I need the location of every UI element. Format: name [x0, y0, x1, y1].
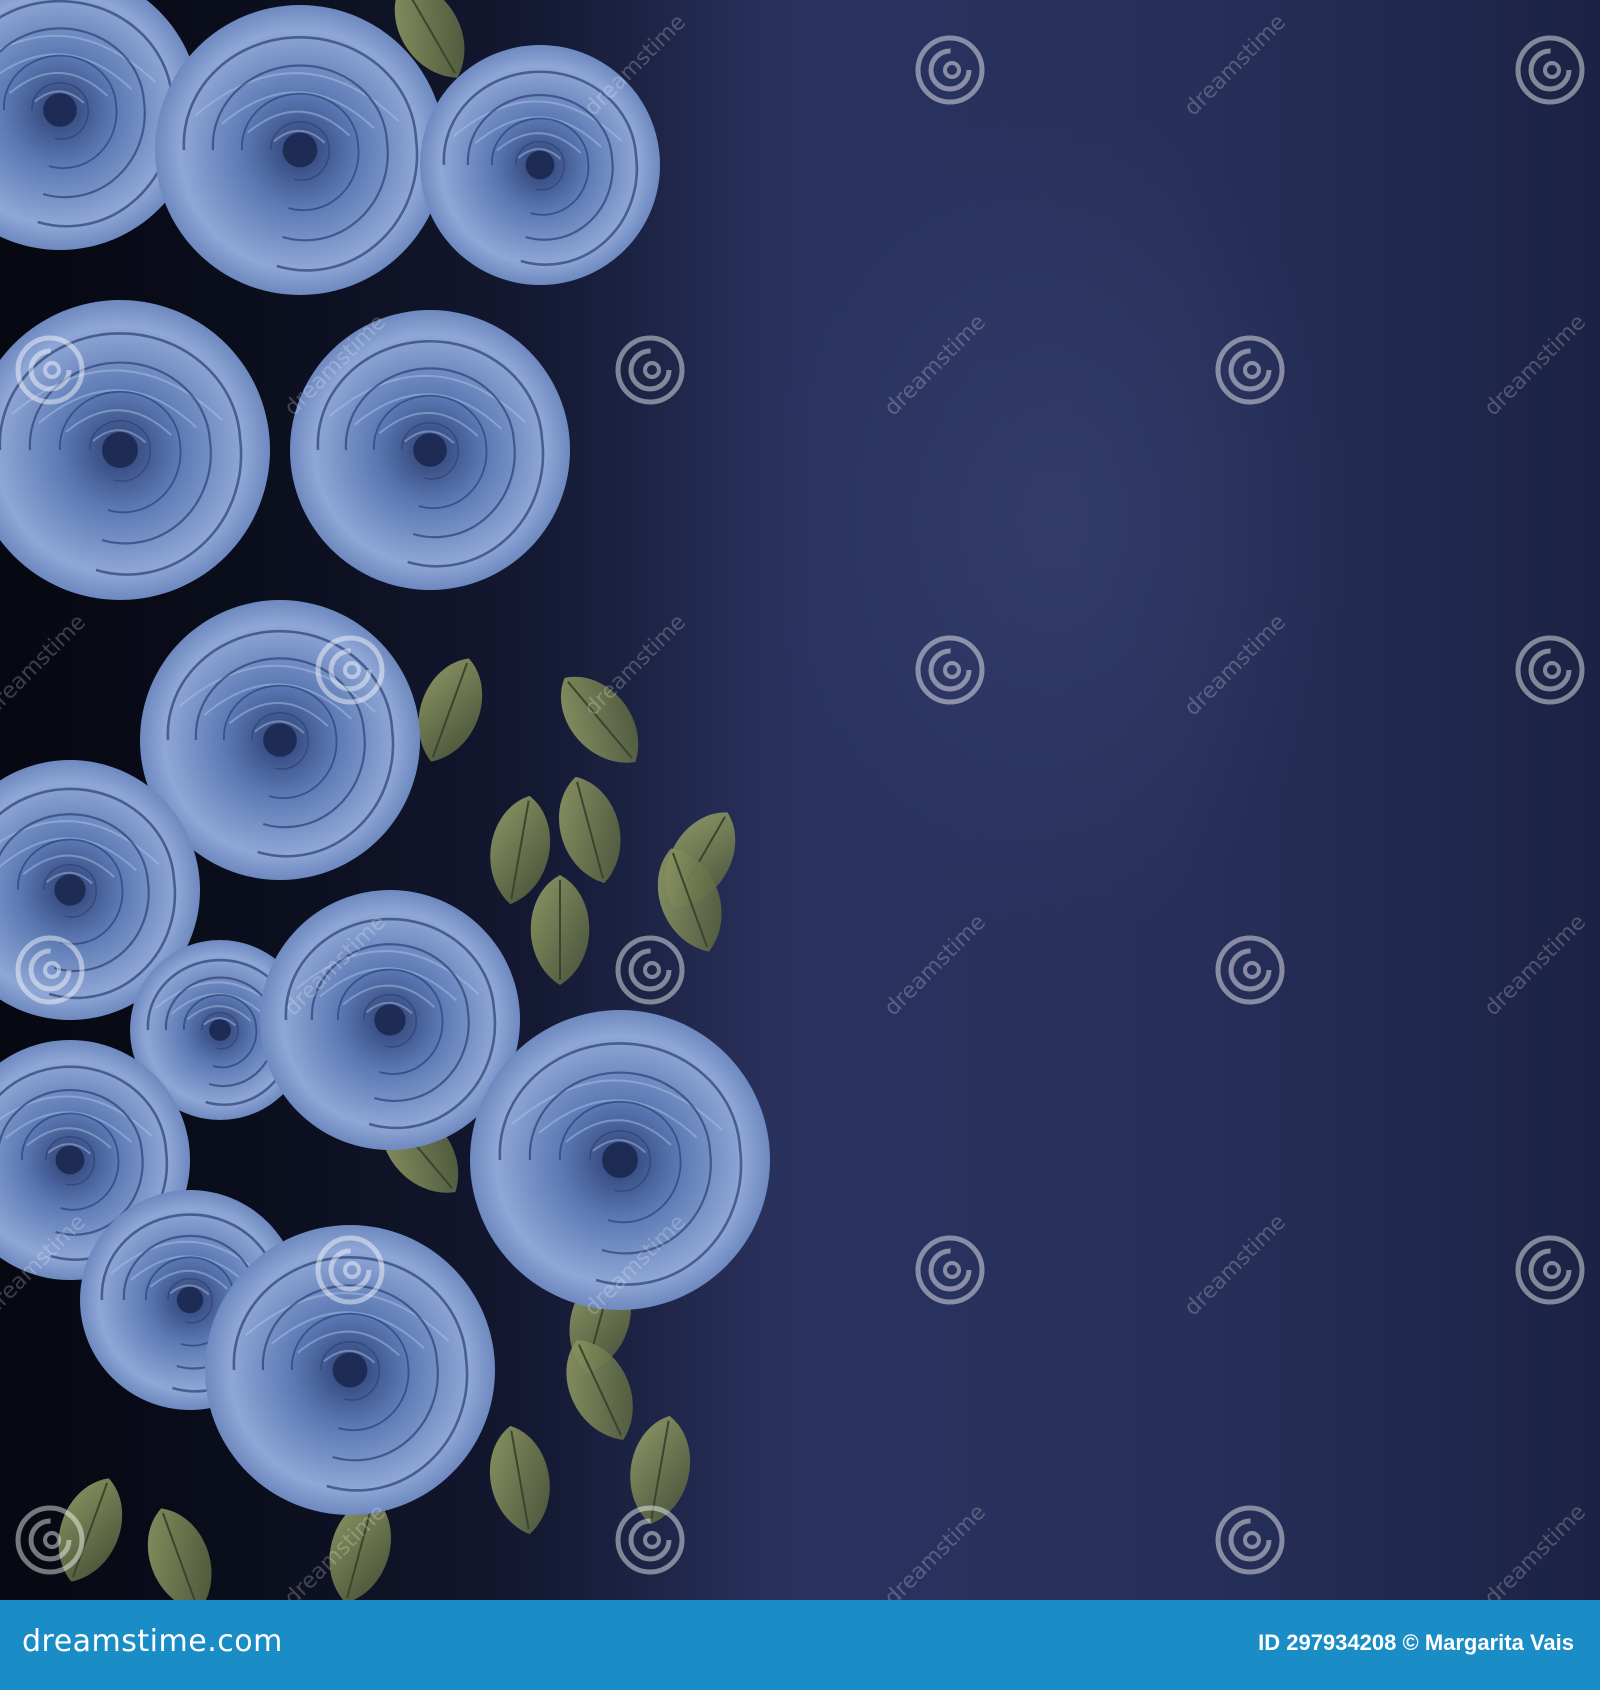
- image-id-label: ID: [1258, 1630, 1281, 1655]
- rose: [470, 1010, 770, 1310]
- rose: [205, 1225, 495, 1515]
- stock-photo: dreamstime dreamstime dreamstime dreamstime…: [0, 0, 1600, 1600]
- rose: [420, 45, 660, 285]
- footer-credit: ID 297934208 © Margarita Vais: [1258, 1630, 1574, 1656]
- rose: [290, 310, 570, 590]
- roses-illustration: [0, 0, 820, 1600]
- author-name: Margarita Vais: [1424, 1630, 1574, 1655]
- image-id-value: 297934208: [1286, 1630, 1397, 1655]
- footer-brand[interactable]: dreamstime.com: [22, 1624, 283, 1659]
- copyright-symbol: ©: [1402, 1630, 1419, 1655]
- rose: [155, 5, 445, 295]
- footer-bar: dreamstime.com ID 297934208 © Margarita …: [0, 1600, 1600, 1690]
